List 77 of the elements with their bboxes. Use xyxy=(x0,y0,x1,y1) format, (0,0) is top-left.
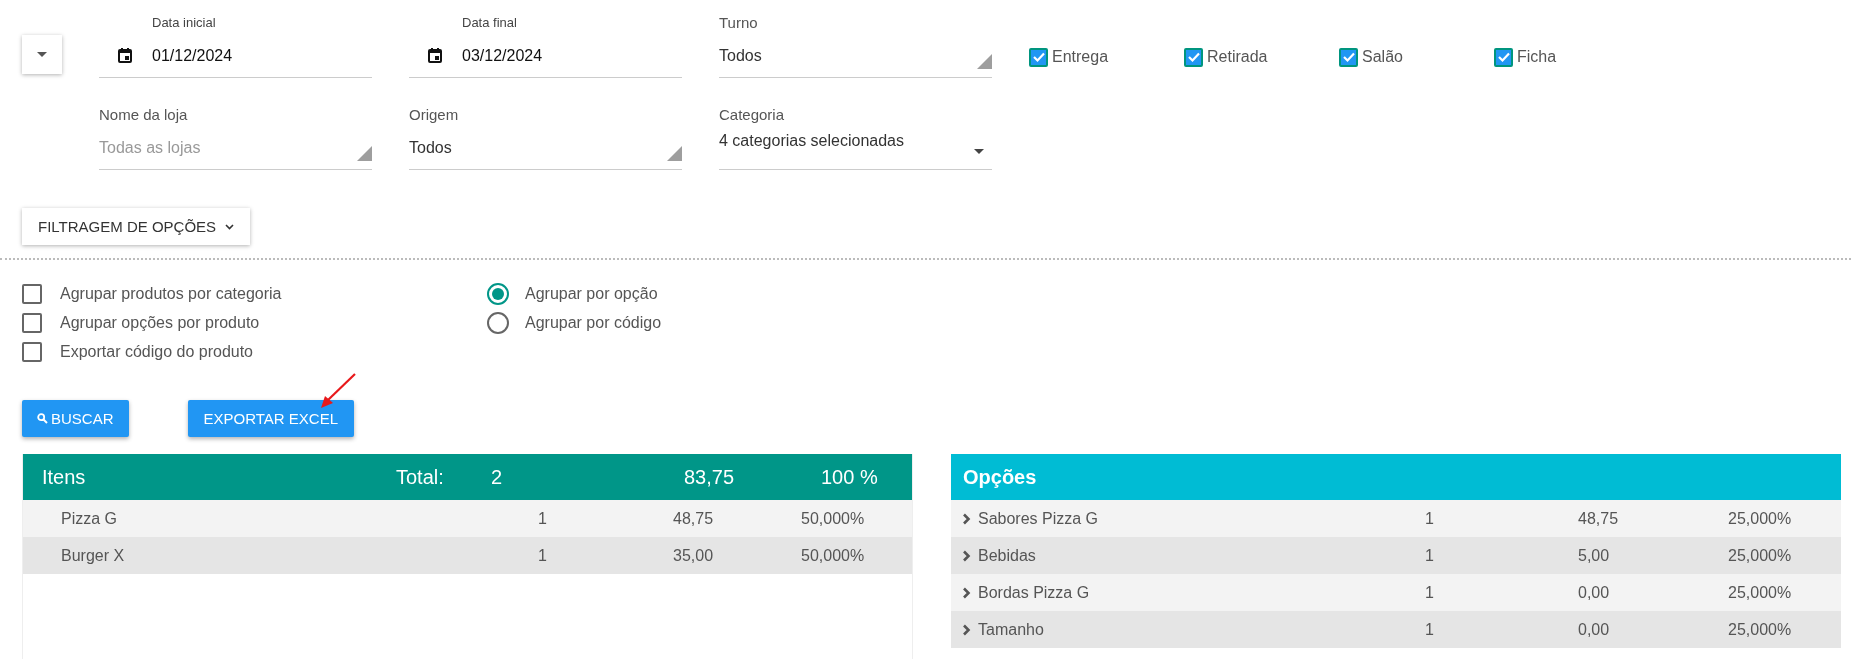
field-label: Data final xyxy=(461,14,518,32)
table-cell-text: 1 xyxy=(1425,620,1435,639)
table-cell-text: 1 xyxy=(1425,509,1435,528)
caret-down-icon xyxy=(36,50,48,59)
field-label: Data inicial xyxy=(151,14,217,32)
checkmark-icon xyxy=(1341,51,1356,63)
chevron-right-icon[interactable] xyxy=(962,623,971,636)
checkbox-label: Salão xyxy=(1362,48,1403,66)
calendar-icon xyxy=(118,48,132,63)
checkbox[interactable] xyxy=(22,284,42,304)
corner-triangle-icon xyxy=(977,54,992,69)
total-value: 83,75 xyxy=(684,465,736,489)
chevron-right-icon[interactable] xyxy=(962,586,971,599)
chevron-down-icon xyxy=(225,223,235,230)
table-cell-text: 1 xyxy=(1425,546,1435,565)
checkmark-icon xyxy=(1496,51,1511,63)
table-cell-text: Pizza G xyxy=(61,509,118,528)
checkbox-label: Entrega xyxy=(1052,48,1109,66)
field-label: Turno xyxy=(719,13,759,33)
search-icon xyxy=(37,413,48,424)
table-cell-text: 5,00 xyxy=(1578,546,1611,565)
checkmark-icon xyxy=(1031,51,1046,63)
radio-button[interactable] xyxy=(487,312,509,334)
radio-label: Agrupar por código xyxy=(525,314,662,332)
table-cell-text: 0,00 xyxy=(1578,620,1611,639)
table-cell-text: 25,000% xyxy=(1728,509,1793,528)
total-percent: 100 % xyxy=(821,465,879,489)
table-cell-text: 48,75 xyxy=(673,509,715,528)
table-cell-text: 1 xyxy=(538,546,548,565)
corner-triangle-icon xyxy=(667,146,682,161)
table-cell-text: 25,000% xyxy=(1728,620,1793,639)
table-title: Itens xyxy=(42,465,87,489)
radio-button[interactable] xyxy=(487,283,509,305)
checkbox[interactable] xyxy=(1494,47,1513,67)
table-cell: Sabores Pizza G xyxy=(978,509,1099,528)
table-cell-text: 1 xyxy=(538,509,548,528)
total-label: Total: xyxy=(396,465,445,489)
table-cell-text: 25,000% xyxy=(1728,583,1793,602)
corner-triangle-icon xyxy=(357,146,372,161)
table-title: Opções xyxy=(963,465,1037,489)
filter-options-button[interactable]: FILTRAGEM DE OPÇÕES xyxy=(22,208,251,245)
field-label: Nome da loja xyxy=(99,105,189,125)
checkbox[interactable] xyxy=(22,342,42,362)
caret-down-icon xyxy=(974,149,984,155)
table-cell: Bordas Pizza G xyxy=(978,583,1090,602)
checkmark-icon xyxy=(1186,51,1201,63)
total-quantity: 2 xyxy=(491,465,504,489)
checkbox-label: Retirada xyxy=(1207,48,1268,66)
input-field[interactable]: Todos xyxy=(719,34,992,78)
chevron-right-icon[interactable] xyxy=(962,549,971,562)
table-cell-text: 0,00 xyxy=(1578,583,1611,602)
table-cell-text: 25,000% xyxy=(1728,546,1793,565)
table-cell-text: 1 xyxy=(1425,583,1435,602)
checkbox-label: Agrupar produtos por categoria xyxy=(60,285,282,303)
table-cell: Tamanho xyxy=(978,620,1044,639)
checkbox[interactable] xyxy=(1339,47,1358,67)
table-cell-text: 35,00 xyxy=(673,546,715,565)
input-field[interactable]: Todos xyxy=(409,126,682,170)
calendar-icon xyxy=(428,48,442,63)
checkbox-label: Exportar código do produto xyxy=(60,343,253,361)
checkbox[interactable] xyxy=(1029,47,1048,67)
field-label: Origem xyxy=(409,105,460,125)
field-label: Categoria xyxy=(719,105,786,125)
input-field[interactable]: 4 categorias selecionadas xyxy=(719,126,992,170)
checkbox[interactable] xyxy=(1184,47,1203,67)
input-field[interactable]: 03/12/2024 xyxy=(409,34,682,78)
checkbox-label: Agrupar opções por produto xyxy=(60,314,260,332)
checkbox-label: Ficha xyxy=(1517,48,1557,66)
table-cell-text: 50,000% xyxy=(801,509,866,528)
table-cell: Bebidas xyxy=(978,546,1036,565)
table-cell-text: Burger X xyxy=(61,546,126,565)
radio-label: Agrupar por opção xyxy=(525,285,658,303)
chevron-right-icon[interactable] xyxy=(962,512,971,525)
table-cell-text: 48,75 xyxy=(1578,509,1620,528)
checkbox[interactable] xyxy=(22,313,42,333)
table-cell-text: 50,000% xyxy=(801,546,866,565)
input-field[interactable]: 01/12/2024 xyxy=(99,34,372,78)
